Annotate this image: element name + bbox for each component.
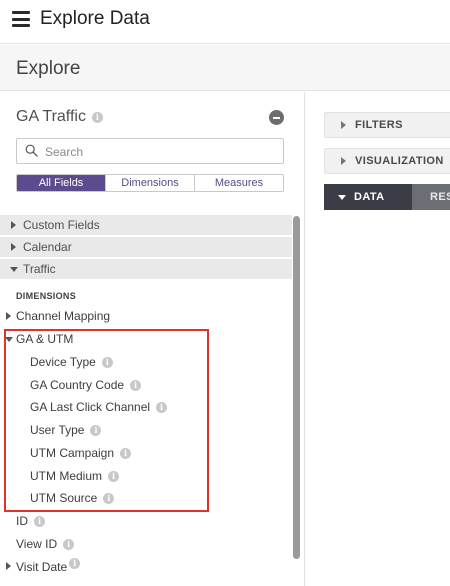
field-type-tabs: All Fields Dimensions Measures xyxy=(16,174,284,192)
page-title: Explore xyxy=(16,58,81,79)
field-label: UTM Medium xyxy=(30,469,103,483)
view-label: Calendar xyxy=(23,240,72,254)
field-search xyxy=(16,138,284,164)
info-icon[interactable]: i xyxy=(63,539,75,550)
info-icon[interactable]: i xyxy=(156,402,168,413)
group-label: Channel Mapping xyxy=(16,309,111,323)
info-icon[interactable]: i xyxy=(69,558,81,569)
collapse-sidebar-icon[interactable] xyxy=(269,110,284,125)
field-id[interactable]: ID i xyxy=(16,513,45,529)
info-icon[interactable]: i xyxy=(34,516,45,527)
view-traffic[interactable]: Traffic xyxy=(0,259,292,279)
group-channel-mapping[interactable]: Channel Mapping xyxy=(6,308,111,324)
filters-toggle[interactable]: FILTERS xyxy=(324,112,450,138)
group-label: GA & UTM xyxy=(16,332,74,346)
info-icon[interactable]: i xyxy=(91,112,103,123)
caret-right-icon xyxy=(341,121,346,129)
field-ga-last-click-channel[interactable]: GA Last Click Channel i xyxy=(30,399,168,415)
field-user-type[interactable]: User Type i xyxy=(30,422,102,438)
view-label: Custom Fields xyxy=(23,218,100,232)
group-visit-date[interactable]: Visit Date i xyxy=(6,558,81,575)
info-icon[interactable]: i xyxy=(101,357,113,368)
field-label: GA Country Code xyxy=(30,378,125,392)
info-icon[interactable]: i xyxy=(130,380,142,391)
field-label: User Type xyxy=(30,423,85,437)
caret-right-icon xyxy=(11,243,16,251)
visualization-label: VISUALIZATION xyxy=(355,155,444,167)
results-tab-label: RESULTS xyxy=(430,191,450,203)
field-ga-country-code[interactable]: GA Country Code i xyxy=(30,377,142,393)
view-list: Custom Fields Calendar Traffic xyxy=(0,215,292,281)
field-search-input[interactable] xyxy=(45,143,275,160)
field-utm-campaign[interactable]: UTM Campaign i xyxy=(30,445,132,461)
field-label: GA Last Click Channel xyxy=(30,400,151,414)
caret-right-icon xyxy=(341,157,346,165)
search-icon xyxy=(25,144,38,157)
hamburger-menu-icon[interactable] xyxy=(12,11,30,27)
info-icon[interactable]: i xyxy=(90,425,102,436)
info-icon[interactable]: i xyxy=(120,448,132,459)
info-icon[interactable]: i xyxy=(108,471,120,482)
data-tab-label: DATA xyxy=(354,191,385,203)
field-label: UTM Source xyxy=(30,491,98,505)
field-picker-sidebar: GA Traffic i All Fields Dimensions Measur… xyxy=(0,92,305,586)
dimensions-section-label: DIMENSIONS xyxy=(16,291,77,301)
caret-right-icon xyxy=(11,221,16,229)
explore-title-label: GA Traffic xyxy=(16,108,86,125)
tab-measures[interactable]: Measures xyxy=(194,175,283,191)
field-label: View ID xyxy=(16,537,58,551)
field-utm-medium[interactable]: UTM Medium i xyxy=(30,468,120,484)
tab-results[interactable]: RESULTS xyxy=(412,184,450,210)
page-header: Explore xyxy=(0,45,450,91)
caret-down-icon xyxy=(338,195,346,200)
view-custom-fields[interactable]: Custom Fields xyxy=(0,215,292,235)
caret-down-icon xyxy=(10,267,18,272)
field-utm-source[interactable]: UTM Source i xyxy=(30,490,115,506)
filters-label: FILTERS xyxy=(355,119,403,131)
view-label: Traffic xyxy=(23,262,56,276)
field-view-id[interactable]: View ID i xyxy=(16,536,75,552)
explore-title: GA Traffic i xyxy=(16,108,103,126)
group-ga-utm[interactable]: GA & UTM xyxy=(5,331,74,347)
visualization-toggle[interactable]: VISUALIZATION xyxy=(324,148,450,174)
tab-dimensions[interactable]: Dimensions xyxy=(105,175,194,191)
field-device-type[interactable]: Device Type i xyxy=(30,354,113,370)
top-bar: Explore Data xyxy=(0,0,450,44)
tab-data[interactable]: DATA xyxy=(324,184,412,210)
caret-down-icon xyxy=(5,337,13,342)
sidebar-scrollbar[interactable] xyxy=(293,216,300,559)
caret-right-icon xyxy=(6,562,11,570)
view-calendar[interactable]: Calendar xyxy=(0,237,292,257)
info-icon[interactable]: i xyxy=(103,493,115,504)
tab-all-fields[interactable]: All Fields xyxy=(17,175,105,191)
app-title: Explore Data xyxy=(40,8,150,29)
field-label: Device Type xyxy=(30,355,96,369)
field-label: ID xyxy=(16,514,28,528)
field-label: UTM Campaign xyxy=(30,446,115,460)
caret-right-icon xyxy=(6,312,11,320)
group-label: Visit Date xyxy=(16,560,68,574)
